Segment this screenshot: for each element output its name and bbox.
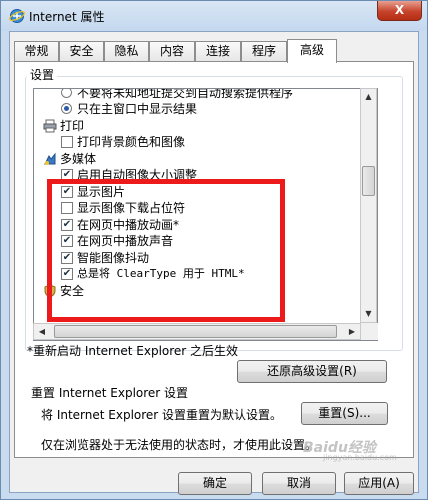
tab-general[interactable]: 常规	[14, 41, 59, 62]
apply-button[interactable]: 应用(A)	[344, 472, 414, 495]
tab-advanced[interactable]: 高级	[287, 39, 337, 63]
tab-content[interactable]: 内容	[149, 41, 195, 62]
checkbox-checked[interactable]: ✔	[61, 268, 73, 280]
restore-advanced-settings-button[interactable]: 还原高级设置(R)	[237, 360, 387, 383]
cancel-button[interactable]: 取消	[262, 472, 336, 495]
list-item-label: 显示图像下载占位符	[77, 201, 186, 215]
security-icon	[44, 284, 56, 298]
list-item-label: 在网页中播放声音	[77, 234, 174, 248]
close-button[interactable]: X	[377, 1, 422, 21]
reset-section-hint: 仅在浏览器处于无法使用的状态时，才使用此设置。	[41, 438, 318, 452]
checkbox-checked[interactable]: ✔	[61, 186, 73, 198]
scroll-down-icon[interactable]: ▼	[361, 306, 376, 322]
category-label: 多媒体	[60, 152, 97, 166]
vertical-scroll-thumb[interactable]	[362, 166, 375, 196]
checkbox[interactable]	[61, 136, 73, 148]
ok-button[interactable]: 确定	[178, 472, 252, 495]
list-item-label: 打印背景颜色和图像	[77, 135, 186, 149]
checkbox-checked[interactable]: ✔	[61, 235, 73, 247]
radio-button-selected[interactable]	[61, 103, 72, 114]
scrollbar-corner	[361, 323, 378, 340]
window-title: Internet 属性	[29, 10, 105, 24]
title-bar[interactable]: Internet 属性 X	[1, 1, 427, 31]
list-item-label: 总是将 ClearType 用于 HTML*	[77, 267, 245, 280]
reset-section-title: 重置 Internet Explorer 设置	[31, 386, 189, 400]
checkbox-checked[interactable]: ✔	[61, 169, 73, 181]
checkbox[interactable]	[61, 202, 73, 214]
vertical-scrollbar[interactable]: ▲ ▼	[360, 88, 377, 323]
list-item-label: 只在主窗口中显示结果	[77, 102, 198, 116]
multimedia-icon	[44, 152, 56, 165]
horizontal-scroll-thumb[interactable]	[54, 325, 337, 338]
horizontal-scrollbar[interactable]: ◀ ▶	[33, 323, 361, 340]
list-item-label: 智能图像抖动	[77, 251, 150, 265]
category-label: 打印	[60, 119, 85, 133]
scroll-right-icon[interactable]: ▶	[344, 324, 360, 339]
close-icon: X	[394, 3, 405, 17]
restart-note: *重新启动 Internet Explorer 之后生效	[27, 344, 239, 358]
tab-security[interactable]: 安全	[59, 41, 104, 62]
advanced-tab-panel: 设置 不要将未知地址提交到自动搜索提供程序 只在主窗口中显示结果 打印 打印背景…	[14, 61, 414, 458]
list-item-label: 不要将未知地址提交到自动搜索提供程序	[77, 88, 294, 100]
radio-button[interactable]	[61, 89, 72, 98]
internet-explorer-icon	[9, 9, 25, 23]
scroll-left-icon[interactable]: ◀	[34, 324, 50, 339]
settings-list[interactable]: 不要将未知地址提交到自动搜索提供程序 只在主窗口中显示结果 打印 打印背景颜色和…	[33, 88, 378, 341]
scroll-up-icon[interactable]: ▲	[361, 89, 376, 105]
list-item-label: 启用自动图像大小调整	[77, 168, 198, 182]
list-item-label: 显示图片	[77, 185, 126, 199]
printer-icon	[43, 119, 57, 133]
checkbox-checked[interactable]: ✔	[61, 219, 73, 231]
reset-button[interactable]: 重置(S)...	[301, 402, 388, 425]
tab-programs[interactable]: 程序	[241, 41, 287, 62]
reset-section-description: 将 Internet Explorer 设置重置为默认设置。	[41, 408, 283, 422]
tab-connections[interactable]: 连接	[195, 41, 241, 62]
settings-group-label: 设置	[27, 66, 58, 83]
category-label: 安全	[60, 284, 85, 298]
checkbox-checked[interactable]: ✔	[61, 252, 73, 264]
tab-privacy[interactable]: 隐私	[104, 41, 149, 62]
internet-properties-window: Internet 属性 X 常规 安全 隐私 内容 连接 程序 高级 设置 不要…	[0, 0, 428, 500]
list-item-label: 在网页中播放动画*	[77, 218, 180, 232]
dialog-client-area: 常规 安全 隐私 内容 连接 程序 高级 设置 不要将未知地址提交到自动搜索提供…	[9, 31, 419, 495]
